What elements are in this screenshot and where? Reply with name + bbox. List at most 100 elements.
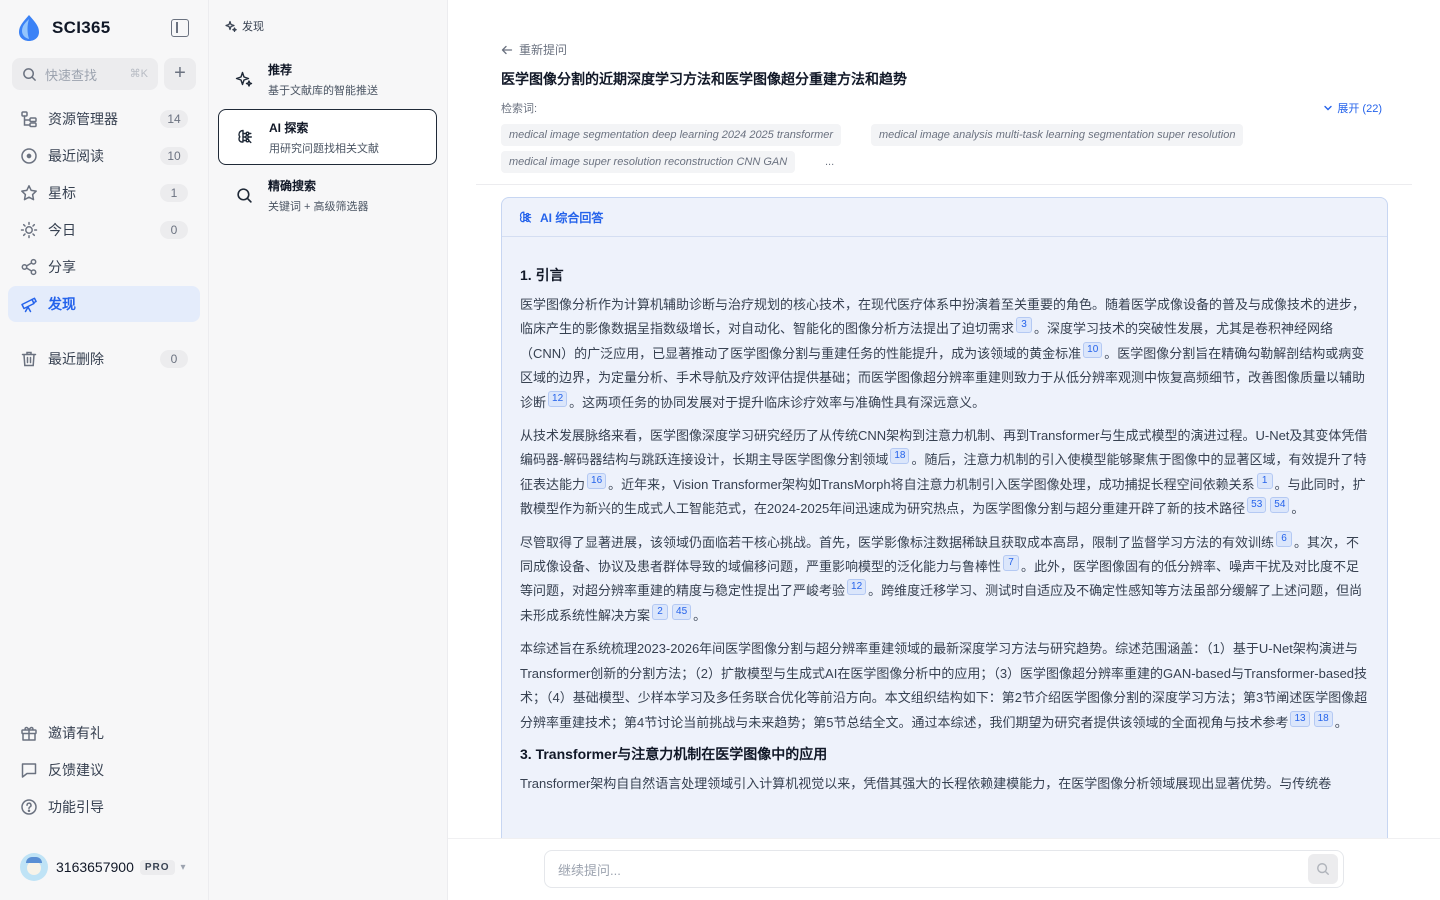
citation-badge[interactable]: 12 — [847, 579, 867, 596]
answer-paragraph: 医学图像分析作为计算机辅助诊断与治疗规划的核心技术，在现代医疗体系中扮演着至关重… — [520, 293, 1369, 415]
citation-badge[interactable]: 18 — [1313, 710, 1333, 727]
sidebar-item-count: 10 — [160, 147, 188, 165]
sidebar-item-invite[interactable]: 邀请有礼 — [8, 715, 200, 751]
keyword-chip[interactable]: medical image analysis multi-task learni… — [871, 124, 1244, 146]
telescope-icon — [20, 295, 38, 313]
question-title: 医学图像分割的近期深度学习方法和医学图像超分重建方法和趋势 — [501, 71, 907, 87]
sidebar-item-label: 邀请有礼 — [48, 725, 104, 741]
sidebar-item-label: 功能引导 — [48, 799, 104, 815]
mode-desc: 关键词 + 高级筛选器 — [268, 200, 369, 213]
sidebar-item-discover[interactable]: 发现 — [8, 286, 200, 322]
follow-up-placeholder: 继续提问... — [558, 862, 621, 878]
sidebar-item-explorer[interactable]: 资源管理器 14 — [8, 101, 200, 137]
composer-area: 继续提问... — [448, 838, 1440, 900]
sidebar-item-today[interactable]: 今日 0 — [8, 212, 200, 248]
sidebar: SCI365 快速查找 ⌘K + 资源管理器 14 最近阅读 10 星标 1 今… — [0, 0, 209, 900]
answer-text: 。 — [693, 607, 707, 623]
sidebar-item-recent-reading[interactable]: 最近阅读 10 — [8, 138, 200, 174]
follow-up-input[interactable]: 继续提问... — [544, 850, 1344, 888]
answer-text: 。 — [1291, 501, 1305, 517]
ai-answer-card: AI 综合回答 1. 引言医学图像分析作为计算机辅助诊断与治疗规划的核心技术，在… — [501, 197, 1388, 857]
sidebar-item-feedback[interactable]: 反馈建议 — [8, 752, 200, 788]
search-icon — [1317, 863, 1329, 875]
answer-paragraph: 从技术发展脉络来看，医学图像深度学习研究经历了从传统CNN架构到注意力机制、再到… — [520, 424, 1369, 522]
avatar — [20, 853, 48, 881]
sidebar-item-label: 反馈建议 — [48, 762, 104, 778]
arrow-left-icon — [501, 45, 513, 54]
mode-name: AI 探索 — [269, 120, 309, 135]
mode-name: 推荐 — [268, 62, 293, 77]
search-icon — [234, 185, 254, 205]
sidebar-item-label: 今日 — [48, 222, 76, 238]
keyword-more[interactable]: ... — [817, 151, 842, 173]
collapse-sidebar-icon[interactable] — [171, 19, 189, 37]
sparkles-icon — [225, 20, 237, 32]
sidebar-item-label: 资源管理器 — [48, 111, 118, 127]
citation-badge[interactable]: 54 — [1270, 497, 1290, 514]
citation-badge[interactable]: 10 — [1083, 341, 1103, 358]
mode-ai-explore[interactable]: AI 探索 用研究问题找相关文献 — [218, 109, 437, 165]
answer-paragraph: 本综述旨在系统梳理2023-2026年间医学图像分割与超分辨率重建领域的最新深度… — [520, 637, 1369, 735]
citation-badge[interactable]: 13 — [1290, 710, 1310, 727]
sidebar-item-label: 最近删除 — [48, 351, 104, 367]
folder-tree-icon — [20, 110, 38, 128]
star-icon — [20, 184, 38, 202]
mode-name: 精确搜索 — [268, 178, 317, 193]
chevron-down-icon: ▾ — [180, 861, 186, 873]
quick-search-input[interactable]: 快速查找 ⌘K — [12, 58, 158, 90]
sidebar-item-count: 0 — [160, 350, 188, 368]
discover-mode-panel: 发现 推荐 基于文献库的智能推送 AI 探索 用研究问题找相关文献 精确搜索 关… — [209, 0, 448, 900]
chevron-down-icon — [1324, 105, 1333, 111]
sidebar-item-count: 0 — [160, 221, 188, 239]
send-button[interactable] — [1308, 854, 1338, 884]
answer-header: AI 综合回答 — [502, 198, 1387, 237]
sidebar-item-share[interactable]: 分享 — [8, 249, 200, 285]
panel-title: 发现 — [225, 18, 264, 34]
citation-badge[interactable]: 7 — [1003, 555, 1020, 572]
sidebar-item-guide[interactable]: 功能引导 — [8, 789, 200, 825]
search-shortcut-hint: ⌘K — [129, 68, 148, 80]
answer-text: 尽管取得了显著进展，该领域仍面临若干核心挑战。首先，医学影像标注数据稀缺且获取成… — [520, 534, 1275, 550]
citation-badge[interactable]: 18 — [890, 448, 910, 465]
answer-body: 1. 引言医学图像分析作为计算机辅助诊断与治疗规划的核心技术，在现代医疗体系中扮… — [502, 237, 1387, 796]
app-name: SCI365 — [52, 18, 111, 37]
sidebar-item-recently-deleted[interactable]: 最近删除 0 — [8, 341, 200, 377]
sidebar-item-count: 14 — [160, 110, 188, 128]
citation-badge[interactable]: 12 — [548, 390, 568, 407]
recent-reading-icon — [20, 147, 38, 165]
trash-icon — [20, 350, 38, 368]
answer-section-heading: 3. Transformer与注意力机制在医学图像中的应用 — [520, 745, 828, 762]
answer-text: 。 — [1334, 714, 1348, 730]
feedback-icon — [20, 761, 38, 779]
answer-section-heading: 1. 引言 — [520, 267, 564, 283]
citation-badge[interactable]: 53 — [1247, 497, 1267, 514]
app-logo-icon — [19, 15, 39, 41]
citation-badge[interactable]: 1 — [1256, 472, 1273, 489]
search-icon — [23, 67, 36, 81]
citation-badge[interactable]: 3 — [1016, 317, 1033, 334]
sidebar-item-count: 1 — [160, 184, 188, 202]
keyword-chip[interactable]: medical image super resolution reconstru… — [501, 151, 796, 173]
citation-badge[interactable]: 45 — [672, 603, 692, 620]
pro-badge: PRO — [139, 859, 175, 875]
add-button[interactable]: + — [164, 58, 196, 90]
sidebar-item-label: 发现 — [48, 296, 76, 312]
back-button[interactable]: 重新提问 — [501, 41, 567, 58]
keyword-chip[interactable]: medical image segmentation deep learning… — [501, 124, 842, 146]
gift-icon — [20, 724, 38, 742]
help-icon — [20, 798, 38, 816]
sidebar-item-starred[interactable]: 星标 1 — [8, 175, 200, 211]
mode-recommend[interactable]: 推荐 基于文献库的智能推送 — [218, 51, 437, 107]
answer-text: 。近年来，Vision Transformer架构如TransMorph将自注意… — [608, 476, 1255, 492]
mode-precise-search[interactable]: 精确搜索 关键词 + 高级筛选器 — [218, 167, 437, 223]
citation-badge[interactable]: 16 — [587, 472, 607, 489]
user-menu[interactable]: 3163657900 PRO ▾ — [20, 853, 186, 881]
sidebar-item-label: 星标 — [48, 185, 76, 201]
main-content: 重新提问 医学图像分割的近期深度学习方法和医学图像超分重建方法和趋势 检索词: … — [448, 0, 1440, 900]
expand-keywords-button[interactable]: 展开 (22) — [1323, 100, 1382, 116]
citation-badge[interactable]: 2 — [652, 603, 669, 620]
brand[interactable]: SCI365 — [18, 14, 111, 42]
keywords-label: 检索词: — [501, 103, 538, 115]
citation-badge[interactable]: 6 — [1276, 530, 1293, 547]
sun-icon — [20, 221, 38, 239]
